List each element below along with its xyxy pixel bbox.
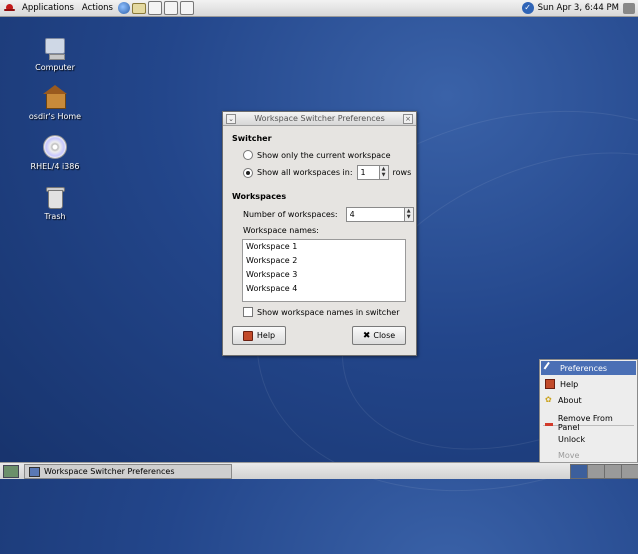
applications-menu[interactable]: Applications xyxy=(18,3,78,13)
workspaces-header: Workspaces xyxy=(232,192,287,201)
list-item[interactable]: Workspace 3 xyxy=(243,268,405,282)
desktop-icon-label: Trash xyxy=(44,212,66,221)
menu-item-label: Move xyxy=(558,450,580,460)
window-icon xyxy=(29,466,40,477)
close-button[interactable]: ✖ Close xyxy=(352,326,406,345)
computer-icon xyxy=(43,36,67,60)
mail-icon[interactable] xyxy=(131,2,146,14)
globe-icon[interactable] xyxy=(117,2,130,14)
workspace-2[interactable] xyxy=(587,464,605,479)
list-item[interactable]: Workspace 4 xyxy=(243,282,405,296)
window-menu-icon[interactable]: ⌄ xyxy=(226,114,236,124)
workspace-names-list[interactable]: Workspace 1 Workspace 2 Workspace 3 Work… xyxy=(242,239,406,302)
rows-value[interactable]: 1 xyxy=(358,168,379,177)
desktop-icon-label: Computer xyxy=(35,63,75,72)
cd-icon xyxy=(43,135,67,159)
dialog-titlebar[interactable]: ⌄ Workspace Switcher Preferences × xyxy=(223,112,416,126)
trash-icon xyxy=(43,185,67,209)
update-check-icon[interactable]: ✓ xyxy=(521,2,534,14)
close-button-label: Close xyxy=(373,331,396,340)
home-folder-icon xyxy=(43,85,67,109)
show-names-label: Show workspace names in switcher xyxy=(257,307,400,317)
taskbar-label: Workspace Switcher Preferences xyxy=(44,467,175,476)
help-button[interactable]: Help xyxy=(232,326,286,345)
star-icon: ✿ xyxy=(545,395,552,404)
menu-item-label: Help xyxy=(560,379,579,389)
desktop-icon-trash[interactable]: Trash xyxy=(20,185,90,221)
desktop-icon-home[interactable]: osdir's Home xyxy=(20,85,90,121)
radio-current-label: Show only the current workspace xyxy=(257,150,391,160)
clock[interactable]: Sun Apr 3, 6:44 PM xyxy=(538,3,619,13)
taskbar-button[interactable]: Workspace Switcher Preferences xyxy=(24,464,232,479)
list-item[interactable]: Workspace 2 xyxy=(243,254,405,268)
desktop-icon-label: RHEL/4 i386 xyxy=(30,162,80,171)
bottom-panel: Workspace Switcher Preferences xyxy=(0,462,638,479)
show-names-row[interactable]: Show workspace names in switcher xyxy=(243,307,399,317)
close-icon[interactable]: × xyxy=(403,114,413,124)
num-workspaces-value[interactable]: 4 xyxy=(347,210,404,219)
desktop-icon-computer[interactable]: Computer xyxy=(20,36,90,72)
num-workspaces-spinner[interactable]: 4 ▲ ▼ xyxy=(345,207,414,222)
impress-icon[interactable] xyxy=(163,1,178,15)
close-x-icon: ✖ xyxy=(362,330,371,341)
preferences-icon xyxy=(543,361,557,375)
radio-row-all[interactable]: Show all workspaces in: 1 ▲ ▼ rows xyxy=(243,165,411,180)
help-button-label: Help xyxy=(256,331,276,340)
calc-icon[interactable] xyxy=(179,1,194,15)
menu-item-preferences[interactable]: Preferences xyxy=(541,361,636,375)
switcher-header: Switcher xyxy=(232,134,272,143)
radio-row-current[interactable]: Show only the current workspace xyxy=(243,150,391,160)
actions-menu[interactable]: Actions xyxy=(78,3,117,13)
radio-current-workspace[interactable] xyxy=(243,150,253,160)
num-workspaces-row: Number of workspaces: 4 ▲ ▼ xyxy=(243,207,414,222)
workspace-switcher-preferences-dialog: ⌄ Workspace Switcher Preferences × Switc… xyxy=(222,111,417,356)
remove-icon xyxy=(545,422,553,426)
menu-item-move: Move xyxy=(541,448,636,462)
context-menu: Preferences Help ✿ About Remove From Pan… xyxy=(539,359,638,465)
help-icon xyxy=(242,330,253,341)
menu-item-label: Remove From Panel xyxy=(557,414,613,432)
workspace-1[interactable] xyxy=(570,464,588,479)
list-item[interactable]: Workspace 1 xyxy=(243,240,405,254)
dialog-title: Workspace Switcher Preferences xyxy=(254,114,385,123)
radio-all-workspaces[interactable] xyxy=(243,167,253,178)
workspace-names-label: Workspace names: xyxy=(243,226,319,235)
menu-item-about[interactable]: ✿ About xyxy=(541,393,636,407)
workspace-3[interactable] xyxy=(604,464,622,479)
spin-down-icon[interactable]: ▼ xyxy=(380,172,388,178)
menu-item-label: About xyxy=(558,395,582,405)
rows-spinner[interactable]: 1 ▲ ▼ xyxy=(356,165,389,180)
system-tray: ✓ Sun Apr 3, 6:44 PM xyxy=(521,2,638,14)
menu-item-help[interactable]: Help xyxy=(541,377,636,391)
menu-item-remove-from-panel[interactable]: Remove From Panel xyxy=(541,414,636,432)
redhat-icon[interactable] xyxy=(4,4,15,12)
show-names-checkbox[interactable] xyxy=(243,307,253,317)
top-panel: Applications Actions ✓ Sun Apr 3, 6:44 P… xyxy=(0,0,638,17)
radio-all-label: Show all workspaces in: xyxy=(257,168,353,177)
desktop-icon-label: osdir's Home xyxy=(28,112,82,121)
spin-down-icon[interactable]: ▼ xyxy=(405,214,413,220)
menu-item-label: Preferences xyxy=(560,363,608,373)
show-desktop-icon[interactable] xyxy=(3,465,19,478)
num-workspaces-label: Number of workspaces: xyxy=(243,210,338,219)
volume-icon[interactable] xyxy=(623,2,635,14)
menu-item-label: Unlock xyxy=(558,434,586,444)
menu-item-unlock[interactable]: Unlock xyxy=(541,432,636,446)
help-icon xyxy=(545,379,555,389)
desktop-icon-cd[interactable]: RHEL/4 i386 xyxy=(20,135,90,171)
rows-suffix: rows xyxy=(392,168,412,177)
workspace-4[interactable] xyxy=(621,464,638,479)
writer-icon[interactable] xyxy=(147,1,162,15)
